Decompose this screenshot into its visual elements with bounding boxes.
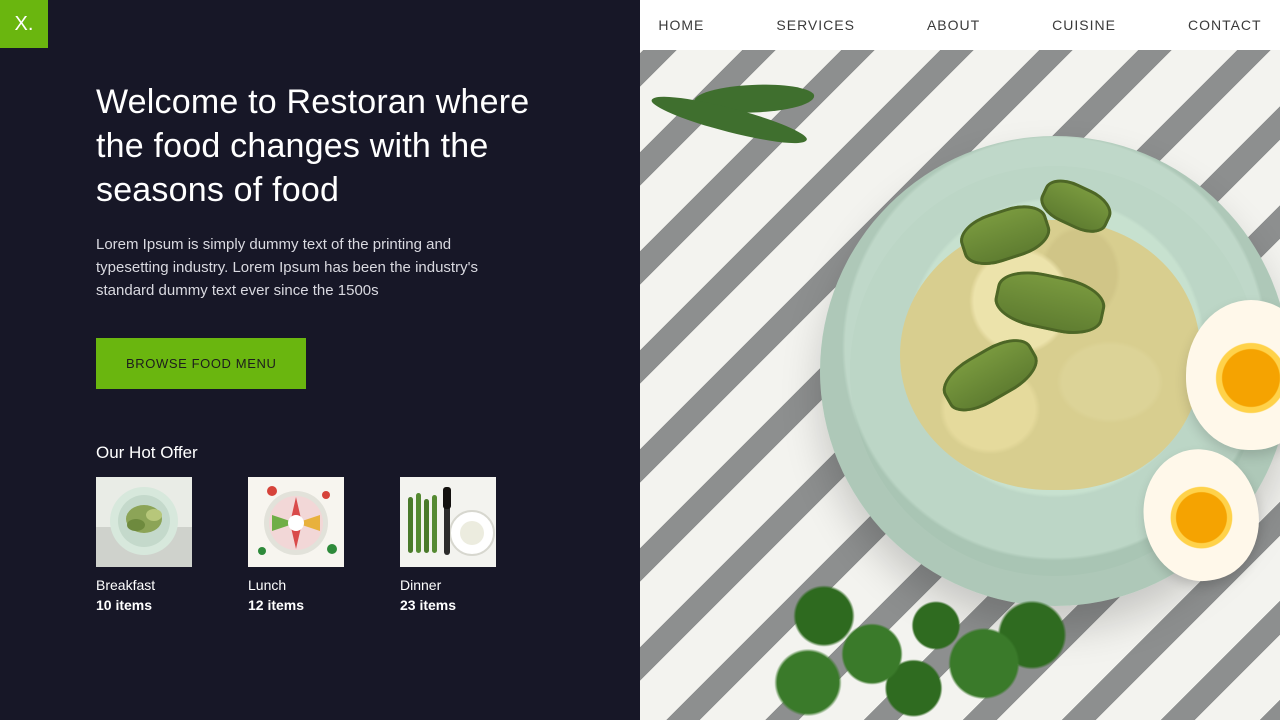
offer-count: 12 items <box>248 597 344 613</box>
offer-name: Dinner <box>400 577 496 593</box>
offer-name: Lunch <box>248 577 344 593</box>
hero-left-panel: X. Welcome to Restoran where the food ch… <box>0 0 640 720</box>
rice-graphic <box>900 220 1200 490</box>
offers-row: Breakfast 10 items Lunch <box>96 477 568 613</box>
offer-card-lunch[interactable]: Lunch 12 items <box>248 477 344 613</box>
nav-link-contact[interactable]: CONTACT <box>1188 17 1262 33</box>
offer-card-dinner[interactable]: Dinner 23 items <box>400 477 496 613</box>
parsley-graphic <box>760 540 1080 720</box>
nav-link-home[interactable]: HOME <box>658 17 704 33</box>
brand-logo-text: X. <box>15 13 34 36</box>
offer-count: 10 items <box>96 597 192 613</box>
hero-headline: Welcome to Restoran where the food chang… <box>96 80 568 213</box>
offer-count: 23 items <box>400 597 496 613</box>
food-pizza-icon <box>248 477 344 567</box>
hero-subtext: Lorem Ipsum is simply dummy text of the … <box>96 233 516 303</box>
offer-thumb <box>248 477 344 567</box>
offer-thumb <box>96 477 192 567</box>
food-plate-icon <box>96 477 192 567</box>
brand-logo[interactable]: X. <box>0 0 48 48</box>
browse-menu-button[interactable]: BROWSE FOOD MENU <box>96 338 306 389</box>
offer-name: Breakfast <box>96 577 192 593</box>
offers-heading: Our Hot Offer <box>96 443 568 463</box>
cta-label: BROWSE FOOD MENU <box>126 356 276 371</box>
hero-right-panel: HOME SERVICES ABOUT CUISINE CONTACT <box>640 0 1280 720</box>
nav-link-cuisine[interactable]: CUISINE <box>1052 17 1116 33</box>
offer-card-breakfast[interactable]: Breakfast 10 items <box>96 477 192 613</box>
offer-thumb <box>400 477 496 567</box>
nav-link-about[interactable]: ABOUT <box>927 17 980 33</box>
hero-image <box>640 50 1280 720</box>
top-nav: HOME SERVICES ABOUT CUISINE CONTACT <box>640 0 1280 50</box>
food-asparagus-icon <box>400 477 496 567</box>
nav-link-services[interactable]: SERVICES <box>776 17 855 33</box>
